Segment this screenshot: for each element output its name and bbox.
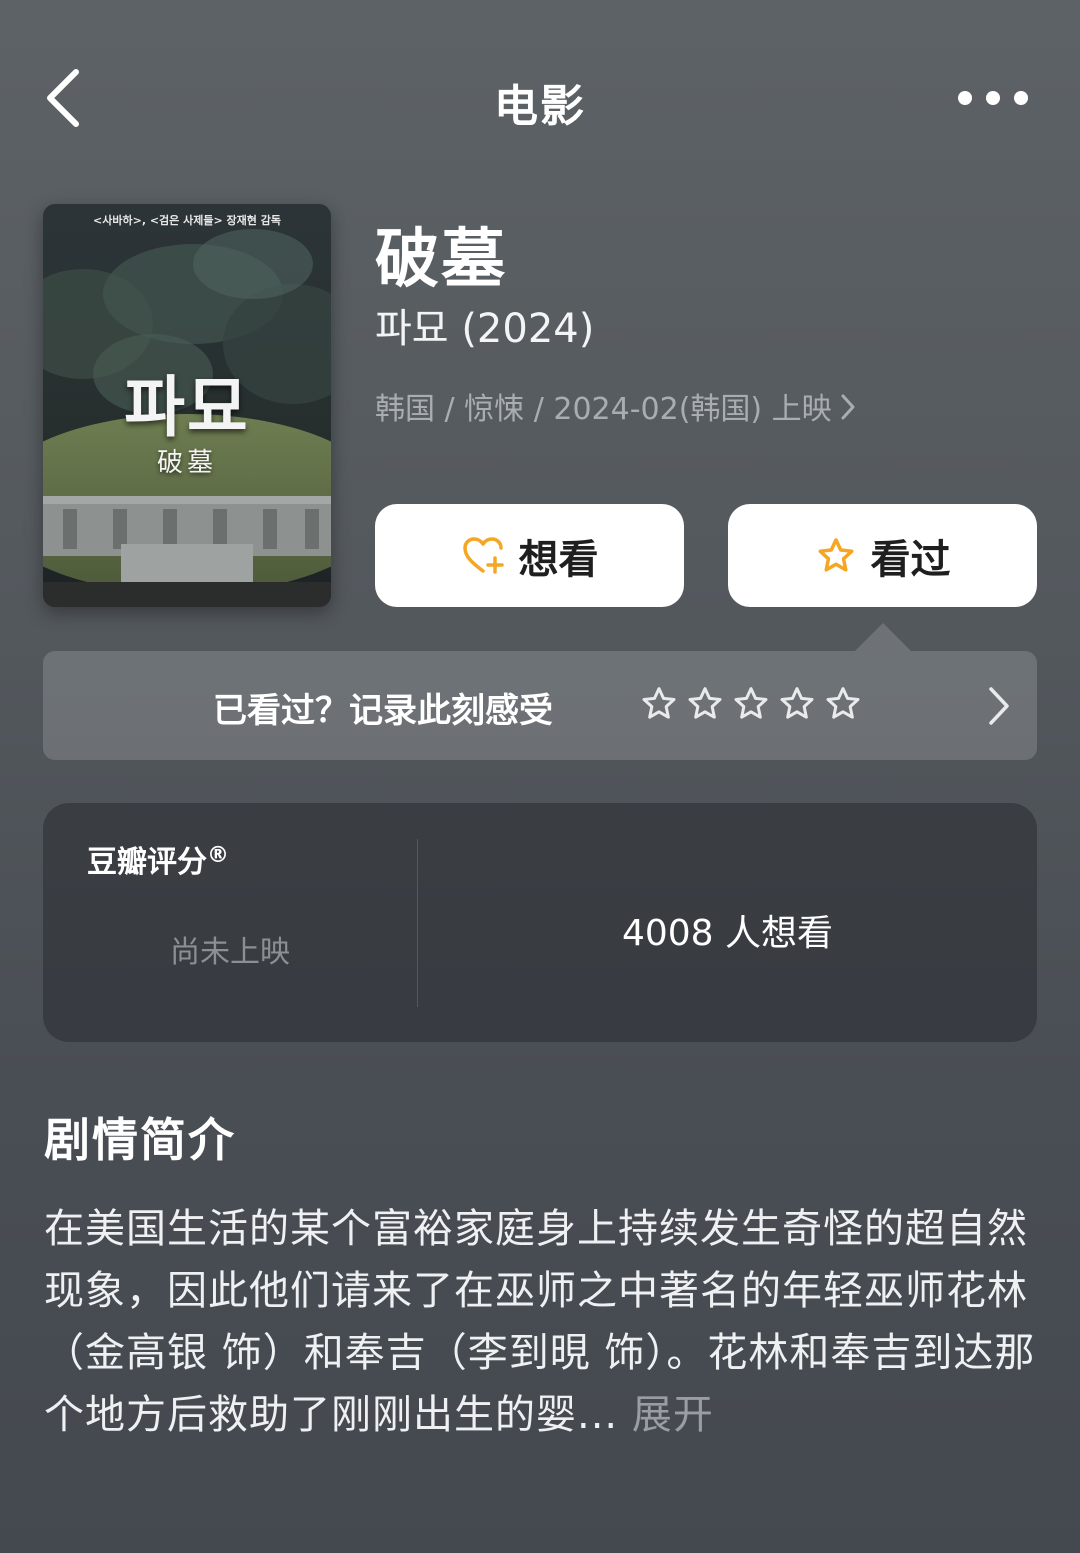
movie-poster[interactable]: <사바하>, <검은 사제들> 장재현 감독 파묘 破墓 [43,204,331,607]
want-button[interactable]: 想看 [375,504,684,607]
rating-prompt-text: 已看过？记录此刻感受 [213,691,553,731]
poster-top-text: <사바하>, <검은 사제들> 장재현 감독 [93,214,281,227]
want-button-label: 想看 [518,536,599,583]
score-status: 尚未上映 [170,935,290,970]
star-icon[interactable] [685,684,725,724]
seen-button[interactable]: 看过 [728,504,1037,607]
movie-meta-text: 韩国 / 惊悚 / 2024-02(韩国) 上映 [375,392,832,427]
heart-plus-icon [462,536,504,574]
score-label-text: 豆瓣评分 [87,845,207,880]
rating-bar-pointer [855,623,911,651]
star-icon[interactable] [777,684,817,724]
movie-original-title: 파묘 (2024) [375,306,595,352]
score-label: 豆瓣评分® [87,837,229,881]
star-outline-icon [818,537,853,572]
star-icon[interactable] [639,684,679,724]
rating-prompt-bar[interactable]: 已看过？记录此刻感受 [43,623,1037,760]
chevron-right-icon [989,687,1009,725]
movie-title: 破墓 [375,223,507,297]
poster-title-ko: 파묘 [124,369,250,446]
movie-meta-link[interactable]: 韩国 / 惊悚 / 2024-02(韩国) 上映 [375,384,856,428]
synopsis-title: 剧情简介 [44,1113,236,1167]
registered-mark: ® [207,843,229,868]
nav-bar: 电影 [0,0,1080,200]
seen-button-label: 看过 [870,536,951,583]
wish-count: 4008 人想看 [621,913,834,954]
star-icon[interactable] [823,684,863,724]
synopsis-text: 在美国生活的某个富裕家庭身上持续发生奇怪的超自然现象，因此他们请来了在巫师之中著… [44,1206,1036,1438]
chevron-right-icon [841,394,855,420]
expand-link[interactable]: 展开 [632,1392,714,1438]
more-button[interactable] [956,80,1030,116]
douban-score-card: 豆瓣评分® 尚未上映 4008 人想看 [43,803,1037,1042]
more-dots-icon [958,91,1028,105]
star-icon[interactable] [731,684,771,724]
rating-stars[interactable] [639,684,863,724]
page-title: 电影 [494,81,586,132]
synopsis-body: 在美国生活的某个富裕家庭身上持续发生奇怪的超自然现象，因此他们请来了在巫师之中著… [44,1198,1040,1446]
poster-title-zh: 破墓 [156,448,217,478]
